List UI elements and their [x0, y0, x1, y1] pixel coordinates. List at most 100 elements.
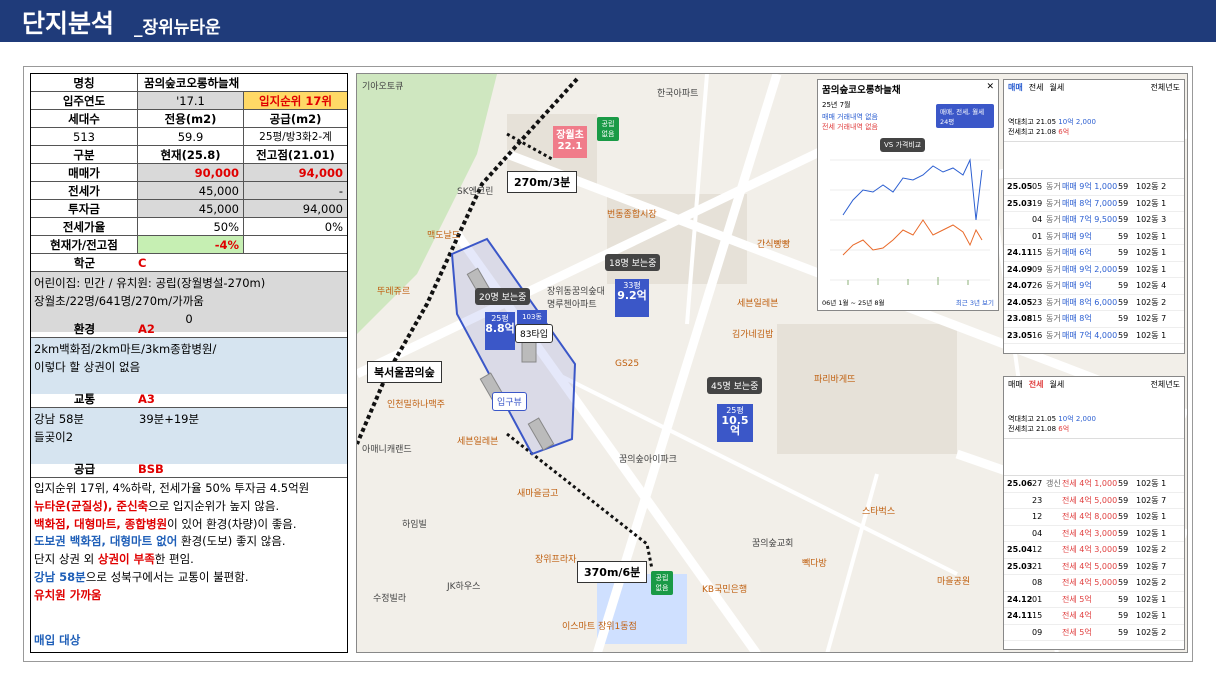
history-cell: 59 — [1118, 479, 1129, 489]
history-cell: 04 — [1032, 528, 1043, 538]
history-row[interactable]: 12 전세 4억 8,00059 102동 16층 — [1004, 509, 1184, 526]
school-marker[interactable]: 장월초 22.1 — [553, 126, 587, 158]
history-cell: 102동 7층 — [1136, 495, 1166, 505]
map-label-26: 아매니캐랜드 — [362, 445, 412, 455]
row-year: 입주연도 '17.1 입지순위 17위 — [31, 92, 347, 110]
history-row[interactable]: 24.0726동거매매 9억 59 102동 4층 — [1004, 278, 1184, 295]
history-row[interactable]: 24.0909동거매매 9억 2,00059 102동 13층 — [1004, 262, 1184, 278]
map-label-20: JK하우스 — [447, 582, 481, 592]
sale-history-panel: 매매 전세 월세 전체년도 역대최고 21.05 10억 2,000 전세최고 … — [1003, 79, 1185, 354]
map-label-25: 뚜레쥬르 — [377, 287, 411, 297]
history-cell: 25.03 — [1007, 198, 1032, 208]
flag-marker-bottom[interactable]: 공립 없음 — [651, 571, 673, 595]
history-row[interactable]: 24.1201 전세 5억 59 102동 15층 — [1004, 592, 1184, 608]
tab-sale[interactable]: 매매 — [1008, 82, 1023, 93]
history-row[interactable]: 23.0815동거매매 8억 59 102동 7층 — [1004, 311, 1184, 328]
history-cell: 전세 5억 — [1062, 627, 1092, 637]
history-cell: 59 — [1118, 545, 1129, 555]
supply-value: 25평/방3화2-계 — [259, 131, 332, 143]
map-label-17: 빽다방 — [802, 559, 827, 569]
history-cell: 59 — [1118, 264, 1129, 274]
row-type-head: 구분 현재(25.8) 전고점(21.01) — [31, 146, 347, 164]
row-name: 명칭 꿈의숲코오롱하늘채 — [31, 74, 347, 92]
history-row[interactable]: 24.1115 전세 4억 59 102동 19층 — [1004, 608, 1184, 625]
history-row[interactable]: 25.0321 전세 4억 5,00059 102동 7층 — [1004, 559, 1184, 575]
tab-rent-2[interactable]: 월세 — [1049, 379, 1064, 390]
history-row[interactable]: 08 전세 4억 5,00059 102동 27층 — [1004, 575, 1184, 592]
history-cell: 전세 4억 — [1062, 611, 1092, 621]
price-pin-3[interactable]: 25평 10.5억 — [717, 404, 753, 442]
chart-recent-link[interactable]: 최근 3년 보기 — [956, 297, 994, 307]
transport-line1b: 39분+19분 — [139, 412, 200, 426]
history-cell: 01 — [1032, 231, 1043, 241]
history-row[interactable]: 04동거매매 7억 9,50059 102동 3층 — [1004, 212, 1184, 229]
history-cell: 102동 26층 — [1136, 545, 1166, 555]
households-value: 513 — [31, 128, 138, 145]
history-row[interactable]: 25.0505동거매매 9억 1,00059 102동 26층 — [1004, 179, 1184, 196]
vspeak-empty — [244, 236, 347, 253]
supply-grade: BSB — [138, 462, 164, 476]
jeonse-history-panel: 매매 전세 월세 전체년도 역대최고 21.05 10억 2,000 전세최고 … — [1003, 376, 1185, 650]
history-cell: 102동 4층 — [1136, 281, 1166, 291]
supply-line6a: 강남 58분 — [34, 569, 86, 584]
map-view[interactable]: 기아오토큐 SK엔크린 번동종합시장 장위동꿈의숲대명루첸아파트 세븐일레븐 G… — [356, 73, 1188, 653]
supply-line7: 유치원 가까움 — [34, 587, 102, 602]
jeonse-recent-date: 21.08 — [1036, 425, 1057, 433]
history-cell: 102동 1층 — [1136, 330, 1166, 340]
history-cell: 59 — [1118, 248, 1129, 258]
jeonse-max-value: 10억 2,000 — [1058, 415, 1096, 423]
school-label: 학군 — [73, 256, 96, 270]
tab-jeonse-2[interactable]: 전세 — [1029, 379, 1044, 390]
history-cell: 매매 8억 — [1062, 314, 1092, 324]
history-row[interactable]: 25.0412 전세 4억 3,00059 102동 26층 — [1004, 542, 1184, 559]
history-cell: 매매 7억 4,000 — [1062, 330, 1118, 340]
callout-370m: 370m/6분 — [577, 561, 648, 583]
school-marker-name: 장월초 — [556, 130, 584, 141]
history-cell: 09 — [1032, 627, 1043, 637]
map-label-21: 하임빌 — [402, 520, 427, 530]
page-subtitle: _장위뉴타운 — [134, 18, 221, 38]
history-cell: 전세 4억 8,000 — [1062, 512, 1118, 522]
history-cell: 24.11 — [1007, 248, 1032, 258]
map-label-7: 파리바게뜨 — [814, 375, 856, 385]
row-vspeak: 현재가/전고점 -4% — [31, 236, 347, 254]
history-cell: 매매 9억 — [1062, 231, 1092, 241]
ratio-label: 전세가율 — [31, 218, 138, 235]
jeonse-max-label: 역대최고 — [1008, 415, 1034, 423]
history-row[interactable]: 25.0319동거매매 8억 7,00059 102동 17층 — [1004, 196, 1184, 212]
history-cell: 15 — [1032, 314, 1043, 324]
history-row[interactable]: 01동거매매 9억 59 102동 12층 — [1004, 229, 1184, 245]
transport-line2: 들곶이2 — [34, 430, 74, 444]
price-pin-1[interactable]: 25평 8.8억 — [485, 312, 515, 350]
year-select[interactable]: 전체년도 — [1151, 82, 1180, 93]
tab-jeonse[interactable]: 전세 — [1029, 82, 1044, 93]
map-label-3: 장위동꿈의숲대명루첸아파트 — [547, 287, 605, 310]
history-cell: 전세 4억 5,000 — [1062, 561, 1118, 571]
supply-line2b: 으로 입지순위가 높지 않음. — [148, 498, 280, 513]
history-cell: 102동 27층 — [1136, 578, 1166, 588]
year-select-2[interactable]: 전체년도 — [1151, 379, 1180, 390]
entry-view-button[interactable]: 입구뷰 — [492, 392, 527, 411]
map-label-14: KB국민은행 — [702, 585, 748, 595]
history-cell: 59 — [1118, 528, 1129, 538]
flag-marker-top[interactable]: 공립 없음 — [597, 117, 619, 141]
price-pin-2[interactable]: 33평 9.2억 — [615, 279, 649, 317]
map-label-12: 장위프라자 — [535, 555, 577, 565]
history-cell: 전세 4억 5,000 — [1062, 578, 1118, 588]
history-row[interactable]: 24.0523동거매매 8억 6,00059 102동 20층 — [1004, 295, 1184, 311]
history-row[interactable]: 24.1115동거매매 6억 59 102동 19층 — [1004, 245, 1184, 262]
history-cell: 전세 5억 — [1062, 594, 1092, 604]
transport-label: 교통 — [73, 392, 96, 406]
history-cell: 26 — [1032, 281, 1043, 291]
invest-label: 투자금 — [31, 200, 138, 217]
history-cell: 102동 25층 — [1136, 627, 1166, 637]
callout-270m: 270m/3분 — [507, 171, 578, 193]
history-row[interactable]: 09 전세 5억 59 102동 25층 — [1004, 625, 1184, 641]
history-row[interactable]: 04 전세 4억 3,00059 102동 1층 — [1004, 526, 1184, 542]
page-title: 단지분석 — [22, 9, 115, 38]
tab-sale-2[interactable]: 매매 — [1008, 379, 1023, 390]
history-row[interactable]: 23 전세 4억 5,00059 102동 7층 — [1004, 493, 1184, 509]
history-row[interactable]: 25.0627갱신전세 4억 1,00059 102동 11층 — [1004, 476, 1184, 493]
tab-rent[interactable]: 월세 — [1049, 82, 1064, 93]
history-row[interactable]: 23.0516동거매매 7억 4,00059 102동 1층 — [1004, 328, 1184, 344]
